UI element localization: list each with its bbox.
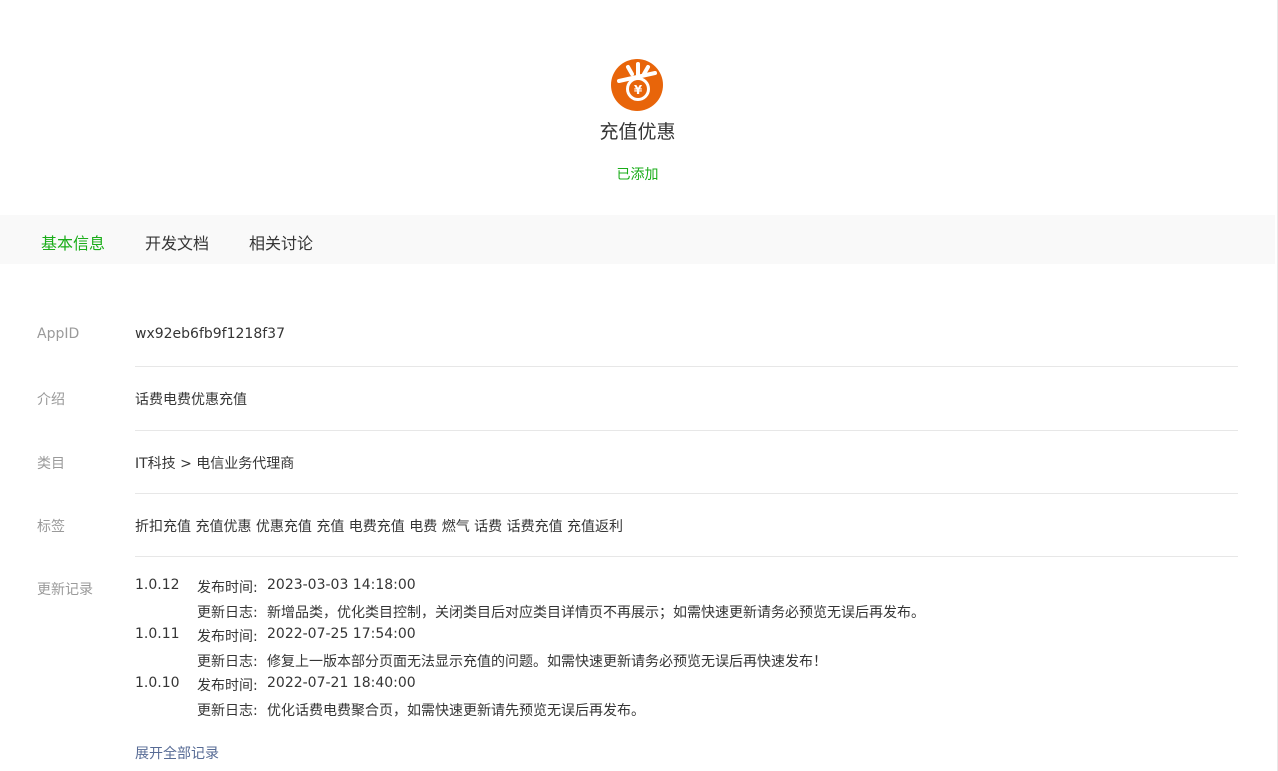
added-status[interactable]: 已添加: [0, 164, 1275, 184]
expand-all-records-link[interactable]: 展开全部记录: [135, 743, 219, 763]
intro-value: 话费电费优惠充值: [135, 392, 247, 408]
tab-basic-info[interactable]: 基本信息: [41, 230, 105, 254]
update-version: 1.0.10: [135, 675, 180, 691]
appid-label: AppID: [37, 326, 80, 342]
update-log-label: 更新日志:: [197, 654, 258, 670]
appid-value: wx92eb6fb9f1218f37: [135, 326, 285, 342]
tab-dev-docs[interactable]: 开发文档: [145, 230, 209, 254]
update-log-label: 更新日志:: [197, 605, 258, 621]
update-log-label: 更新日志:: [197, 703, 258, 719]
updates-label: 更新记录: [37, 582, 93, 598]
update-version: 1.0.11: [135, 626, 180, 642]
update-time: 2022-07-21 18:40:00: [267, 675, 416, 691]
intro-label: 介绍: [37, 392, 65, 408]
divider: [135, 430, 1238, 431]
svg-text:¥: ¥: [634, 83, 643, 97]
app-logo-icon: ¥: [611, 59, 663, 111]
update-log: 优化话费电费聚合页，如需快速更新请先预览无误后再发布。: [267, 703, 645, 719]
tab-discussion[interactable]: 相关讨论: [249, 230, 313, 254]
update-log: 修复上一版本部分页面无法显示充值的问题。如需快速更新请务必预览无误后再快速发布！: [267, 654, 827, 670]
update-log: 新增品类，优化类目控制，关闭类目后对应类目详情页不再展示；如需快速更新请务必预览…: [267, 605, 925, 621]
tags-value: 折扣充值 充值优惠 优惠充值 充值 电费充值 电费 燃气 话费 话费充值 充值返…: [135, 519, 624, 535]
update-time-label: 发布时间:: [197, 629, 258, 645]
update-time-label: 发布时间:: [197, 580, 258, 596]
update-time: 2023-03-03 14:18:00: [267, 577, 416, 593]
divider: [135, 493, 1238, 494]
app-header: ¥ 充值优惠 已添加: [0, 0, 1278, 215]
update-time: 2022-07-25 17:54:00: [267, 626, 416, 642]
app-name: 充值优惠: [599, 121, 676, 143]
tags-label: 标签: [37, 519, 65, 535]
update-version: 1.0.12: [135, 577, 180, 593]
tab-bar: 基本信息 开发文档 相关讨论: [0, 215, 1275, 264]
category-value: IT科技 > 电信业务代理商: [135, 456, 295, 472]
category-label: 类目: [37, 456, 65, 472]
update-time-label: 发布时间:: [197, 678, 258, 694]
divider: [135, 556, 1238, 557]
divider: [135, 366, 1238, 367]
